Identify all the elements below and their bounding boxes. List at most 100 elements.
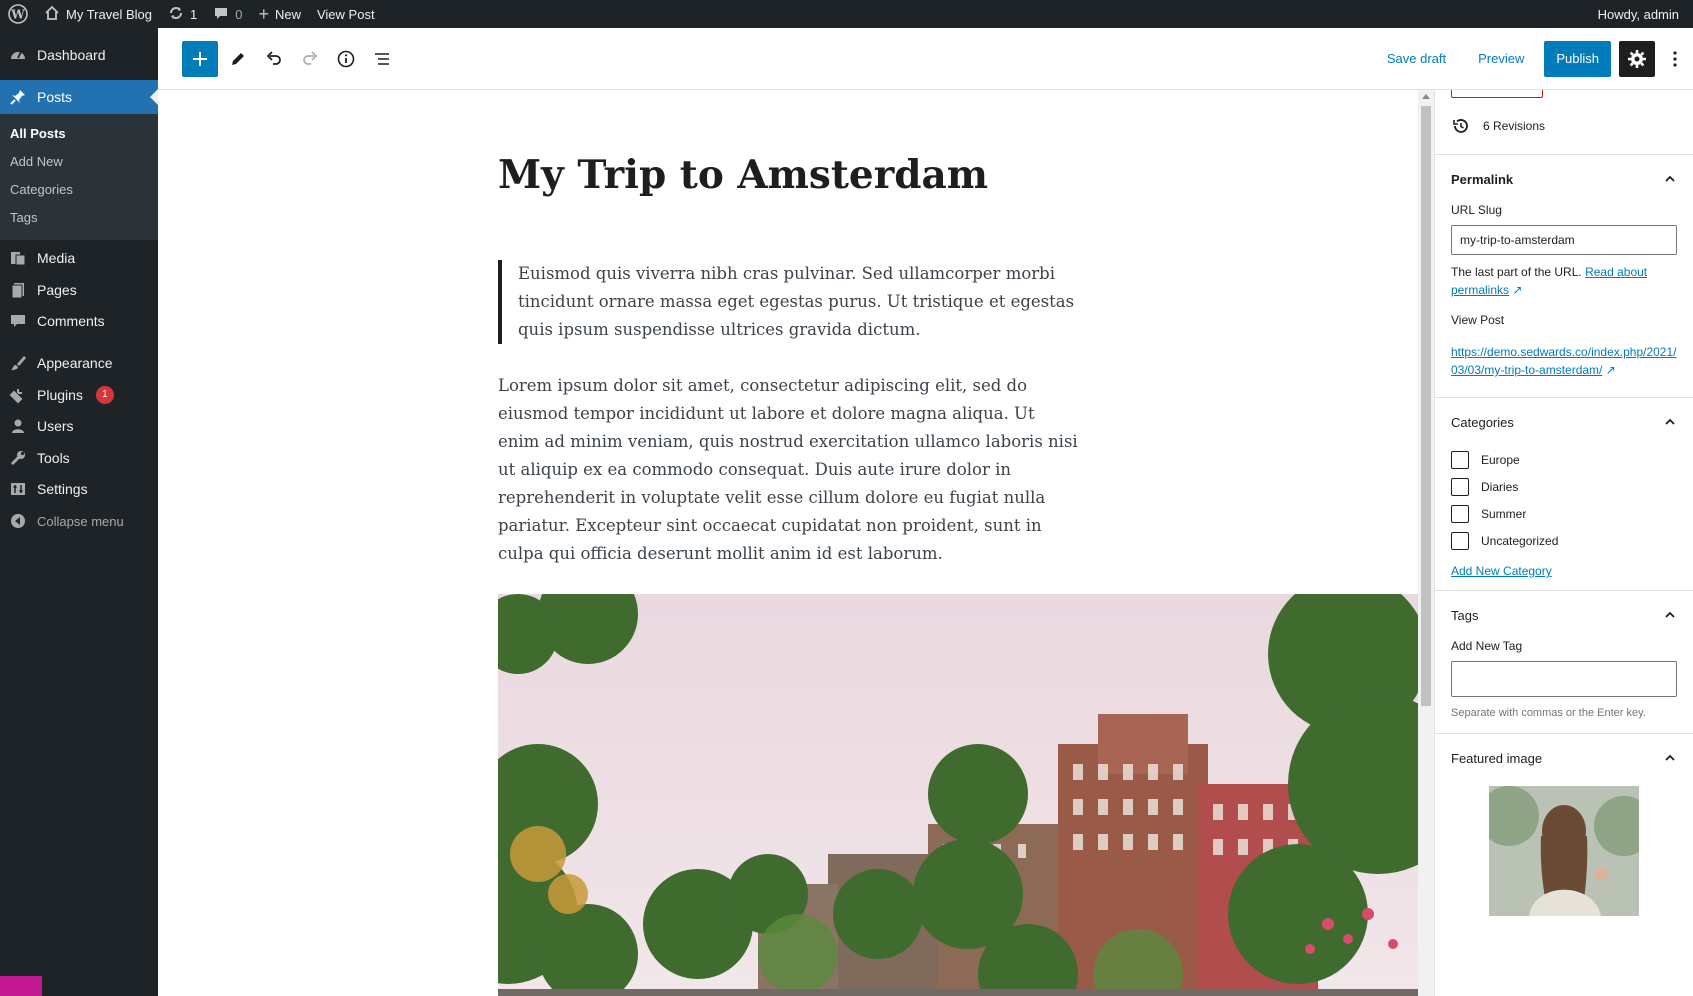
permalink-toggle[interactable]: Permalink [1451, 155, 1677, 203]
collapse-menu-button[interactable]: Collapse menu [0, 505, 158, 537]
editor-toolbar: Save draft Preview Publish [158, 28, 1693, 90]
menu-plugins-label: Plugins [37, 386, 83, 403]
site-name: My Travel Blog [66, 6, 152, 22]
category-row[interactable]: Uncategorized [1451, 527, 1677, 554]
pin-icon [8, 87, 28, 107]
external-link-icon: ↗ [1605, 363, 1616, 377]
details-button[interactable] [328, 41, 364, 77]
add-block-button[interactable] [182, 40, 218, 77]
scrollbar-thumb[interactable] [1421, 106, 1431, 706]
menu-dashboard[interactable]: Dashboard [0, 38, 158, 72]
category-row[interactable]: Diaries [1451, 473, 1677, 500]
categories-title: Categories [1451, 414, 1514, 430]
quote-block[interactable]: Euismod quis viverra nibh cras pulvinar.… [498, 260, 1078, 344]
external-link-icon: ↗ [1512, 283, 1523, 297]
post-title[interactable]: My Trip to Amsterdam [498, 152, 988, 198]
submenu-categories[interactable]: Categories [0, 176, 158, 204]
paintbrush-icon [8, 353, 28, 373]
revisions-count: 6 Revisions [1483, 119, 1546, 133]
category-label: Europe [1481, 452, 1520, 467]
category-label: Diaries [1481, 479, 1519, 494]
url-slug-input[interactable]: my-trip-to-amsterdam [1451, 225, 1677, 255]
menu-appearance-label: Appearance [37, 355, 113, 371]
comments-count: 0 [235, 6, 243, 22]
new-content-link[interactable]: + New [250, 0, 309, 28]
plus-icon: + [258, 3, 269, 24]
admin-sidebar: Dashboard Posts All Posts Add New Catego… [0, 28, 158, 996]
featured-image-thumbnail[interactable] [1489, 786, 1639, 916]
menu-appearance[interactable]: Appearance [0, 347, 158, 379]
categories-panel: Categories Europe Diaries Summer Uncateg… [1435, 398, 1693, 591]
image-block[interactable] [498, 594, 1418, 996]
post-url-link[interactable]: https://demo.sedwards.co/index.php/2021/… [1451, 345, 1676, 377]
menu-users-label: Users [37, 418, 74, 434]
wordpress-logo-icon[interactable]: W [0, 0, 36, 28]
my-account-link[interactable]: Howdy, admin [1590, 0, 1693, 28]
more-options-button[interactable] [1663, 41, 1687, 77]
view-post-link[interactable]: View Post [309, 0, 383, 28]
tools-edit-button[interactable] [220, 41, 256, 77]
permalink-help: The last part of the URL. Read about per… [1451, 263, 1677, 299]
submenu-add-new[interactable]: Add New [0, 148, 158, 176]
menu-tools[interactable]: Tools [0, 442, 158, 473]
settings-sliders-icon [8, 479, 28, 499]
list-view-button[interactable] [364, 41, 400, 77]
redo-button[interactable] [292, 41, 328, 77]
category-row[interactable]: Summer [1451, 500, 1677, 527]
category-checkbox[interactable] [1451, 477, 1469, 496]
category-checkbox[interactable] [1451, 531, 1469, 550]
save-draft-button[interactable]: Save draft [1375, 45, 1458, 72]
list-view-icon [375, 52, 389, 65]
tags-title: Tags [1451, 607, 1479, 623]
menu-settings-label: Settings [37, 481, 88, 497]
publish-button[interactable]: Publish [1544, 40, 1611, 77]
plugin-icon [8, 385, 28, 405]
permalink-help-text: The last part of the URL. [1451, 265, 1582, 279]
scroll-up-arrow-icon[interactable] [1422, 94, 1430, 99]
history-icon [1453, 119, 1468, 133]
menu-posts[interactable]: Posts [0, 80, 158, 114]
featured-image-title: Featured image [1451, 750, 1543, 766]
settings-button[interactable] [1619, 40, 1655, 77]
menu-users[interactable]: Users [0, 410, 158, 442]
settings-sidebar: 6 Revisions Permalink URL Slug my-trip-t… [1434, 90, 1693, 996]
featured-image-toggle[interactable]: Featured image [1451, 734, 1677, 782]
gear-icon [1628, 49, 1646, 68]
site-name-link[interactable]: My Travel Blog [36, 0, 160, 28]
submenu-all-posts[interactable]: All Posts [0, 120, 158, 148]
add-new-tag-input[interactable] [1451, 661, 1677, 697]
howdy-text: Howdy, admin [1597, 6, 1679, 22]
categories-toggle[interactable]: Categories [1451, 398, 1677, 446]
menu-dashboard-label: Dashboard [37, 47, 106, 63]
view-post-label: View Post [1451, 313, 1505, 327]
menu-comments[interactable]: Comments [0, 305, 158, 337]
preview-button[interactable]: Preview [1466, 45, 1536, 72]
comments-link[interactable]: 0 [205, 0, 250, 28]
submenu-tags[interactable]: Tags [0, 204, 158, 232]
category-checkbox[interactable] [1451, 450, 1469, 469]
updates-count: 1 [189, 6, 198, 22]
collapse-menu-label: Collapse menu [37, 513, 124, 529]
category-checkbox[interactable] [1451, 504, 1469, 523]
menu-pages[interactable]: Pages [0, 274, 158, 305]
menu-settings[interactable]: Settings [0, 473, 158, 505]
category-row[interactable]: Europe [1451, 446, 1677, 473]
plugins-update-badge: 1 [95, 385, 114, 404]
admin-bar: W My Travel Blog 1 0 + New View Post How… [0, 0, 1693, 28]
chevron-up-icon [1665, 611, 1675, 618]
svg-text:W: W [10, 8, 25, 22]
move-to-trash-button-edge[interactable] [1451, 90, 1543, 98]
wrench-icon [8, 448, 28, 468]
media-icon [8, 248, 28, 268]
canvas-scrollbar[interactable] [1418, 90, 1434, 996]
undo-button[interactable] [256, 41, 292, 77]
add-new-category-link[interactable]: Add New Category [1451, 564, 1552, 578]
tags-toggle[interactable]: Tags [1451, 591, 1677, 639]
paragraph-block[interactable]: Lorem ipsum dolor sit amet, consectetur … [498, 372, 1078, 568]
updates-link[interactable]: 1 [160, 0, 205, 28]
menu-pages-label: Pages [37, 281, 77, 298]
revisions-link[interactable]: 6 Revisions [1451, 98, 1677, 154]
menu-media[interactable]: Media [0, 242, 158, 274]
home-icon [44, 5, 60, 24]
menu-plugins[interactable]: Plugins 1 [0, 379, 158, 410]
